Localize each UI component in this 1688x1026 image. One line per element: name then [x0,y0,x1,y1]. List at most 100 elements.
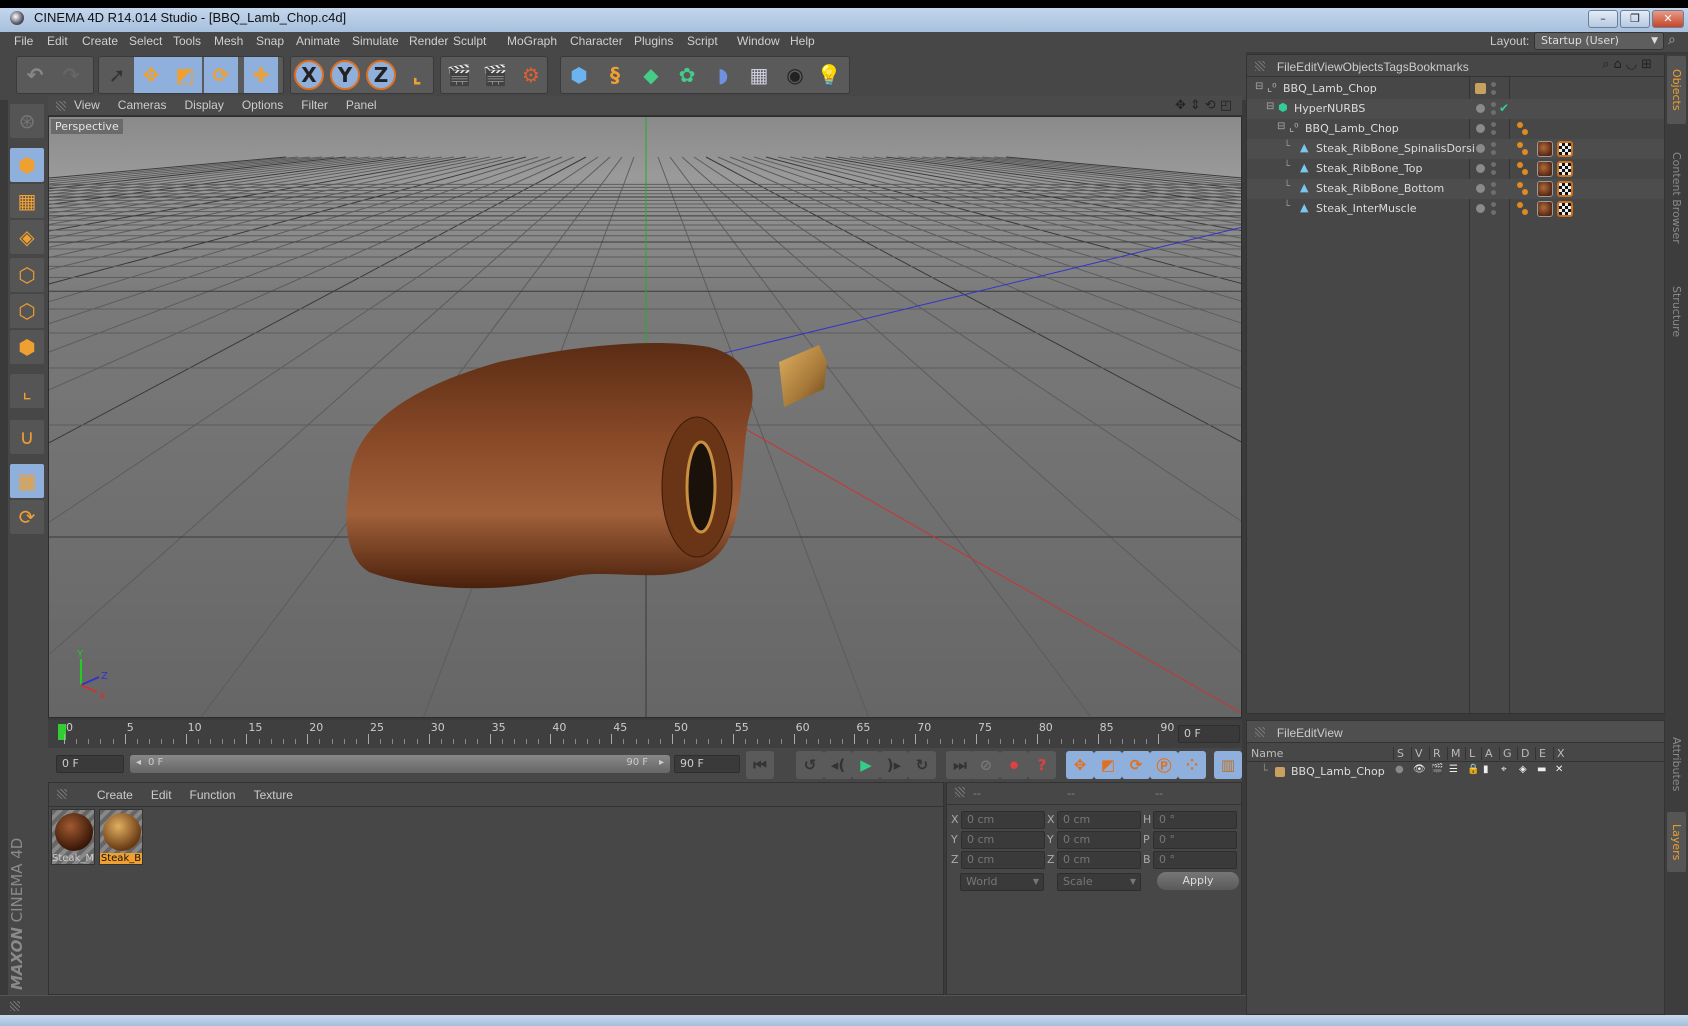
menu-select[interactable]: Select [129,34,162,48]
menu-plugins[interactable]: Plugins [634,34,673,48]
minimize-button[interactable]: – [1588,10,1618,28]
search-icon[interactable]: ⌕ [1668,32,1676,48]
object-menu-view[interactable]: View [1317,60,1343,74]
material-menu-texture[interactable]: Texture [254,788,293,802]
object-name[interactable]: Steak_RibBone_Top [1316,162,1422,175]
z-axis-button[interactable]: Z [366,60,396,90]
viewport-menu-display[interactable]: Display [184,98,223,112]
expand-toggle-icon[interactable]: ⊟ [1277,121,1285,132]
previous-key-button[interactable]: ↺ [796,751,824,779]
menu-edit[interactable]: Edit [47,34,68,48]
texture-tag-icon[interactable] [1557,141,1573,157]
render-picture-viewer-button[interactable]: 🎬 [478,57,512,93]
menu-window[interactable]: Window [737,34,780,48]
layer-column-e[interactable]: E [1535,747,1546,760]
layer-v-toggle-icon[interactable]: 👁 [1413,764,1426,775]
close-button[interactable]: ✕ [1652,10,1684,28]
apply-button[interactable]: Apply [1157,872,1239,890]
tab-objects[interactable]: Objects [1667,56,1686,124]
new-window-icon[interactable]: ⊞ [1641,57,1656,72]
layer-column-v[interactable]: V [1411,747,1423,760]
layer-column-g[interactable]: G [1499,747,1512,760]
coord-value-field[interactable]: 0 ° [1153,811,1237,829]
scale-key-button[interactable]: ◩ [1094,751,1122,779]
previous-frame-button[interactable]: ◂( [824,751,852,779]
layer-column-r[interactable]: R [1429,747,1441,760]
coord-value-field[interactable]: 0 ° [1153,831,1237,849]
light-button[interactable]: 💡 [812,57,846,93]
visibility-dot[interactable] [1476,164,1485,173]
texture-tag-icon[interactable] [1557,201,1573,217]
layer-color-icon[interactable] [1275,767,1285,777]
menu-tools[interactable]: Tools [173,34,201,48]
layer-menu-edit[interactable]: Edit [1296,726,1317,740]
layer-e-toggle-icon[interactable]: ▬ [1537,764,1546,775]
layer-l-toggle-icon[interactable]: 🔒 [1467,764,1479,775]
live-selection-button[interactable]: ➚ [100,57,134,93]
nurbs-button[interactable]: ◆ [634,57,668,93]
edges-mode-button[interactable]: ⬡ [10,294,44,328]
layer-x-toggle-icon[interactable]: ✕ [1555,764,1563,775]
zoom-view-icon[interactable]: ⇕ [1190,98,1205,113]
axis-mode-button[interactable]: ⌞ [10,374,44,408]
object-name[interactable]: BBQ_Lamb_Chop [1283,82,1377,95]
position-key-button[interactable]: ✥ [1066,751,1094,779]
object-row[interactable]: └ ▲ Steak_RibBone_SpinalisDorsi [1247,139,1664,159]
menu-file[interactable]: File [14,34,33,48]
menu-animate[interactable]: Animate [296,34,340,48]
locked-workplane-button[interactable]: ▦ [10,464,44,498]
layer-column-x[interactable]: X [1553,747,1565,760]
texture-tag-icon[interactable] [1557,161,1573,177]
editor-visibility-dot[interactable] [1491,182,1496,187]
render-settings-button[interactable]: ⚙ [514,57,548,93]
rotation-key-button[interactable]: ⟳ [1122,751,1150,779]
timeline-ruler[interactable]: 0 5 10 15 20 25 30 35 40 45 50 55 60 65 70 75 80 85 90 0 F [48,720,1242,748]
layer-d-toggle-icon[interactable]: ◈ [1519,764,1527,775]
points-mode-button[interactable]: ⬡ [10,258,44,292]
material-swatch[interactable]: Steak_M [51,809,95,865]
material-tag-icon[interactable] [1537,201,1553,217]
workplane-mode-button[interactable]: ◈ [10,220,44,254]
panel-grip[interactable] [1255,61,1265,71]
object-row[interactable]: └ ▲ Steak_InterMuscle [1247,199,1664,219]
layer-column-a[interactable]: A [1481,747,1493,760]
panel-grip[interactable] [955,787,965,797]
layer-column-s[interactable]: S [1393,747,1404,760]
visibility-dot[interactable] [1476,104,1485,113]
viewport-menu-options[interactable]: Options [242,98,283,112]
object-row[interactable]: └ ▲ Steak_RibBone_Bottom [1247,179,1664,199]
workplane-sync-button[interactable]: ⟳ [10,500,44,534]
viewport-menu-filter[interactable]: Filter [301,98,328,112]
object-name[interactable]: HyperNURBS [1294,102,1365,115]
redo-button[interactable]: ↷ [54,57,88,93]
material-swatch[interactable]: Steak_B [99,809,143,865]
coordinate-type-select[interactable]: Scale ▼ [1057,873,1141,891]
viewport-menu-cameras[interactable]: Cameras [118,98,167,112]
panel-grip[interactable] [1255,727,1265,737]
object-name[interactable]: Steak_InterMuscle [1316,202,1417,215]
array-button[interactable]: ✿ [670,57,704,93]
menu-create[interactable]: Create [82,34,118,48]
object-menu-file[interactable]: File [1277,60,1296,74]
coord-value-field[interactable]: 0 ° [1153,851,1237,869]
layer-column-name[interactable]: Name [1251,747,1283,760]
object-menu-tags[interactable]: Tags [1383,60,1408,74]
menu-mograph[interactable]: MoGraph [507,34,557,48]
editor-visibility-dot[interactable] [1491,102,1496,107]
render-visibility-dot[interactable] [1491,110,1496,115]
deformer-button[interactable]: ◗ [706,57,740,93]
end-frame-field[interactable]: 90 F [674,755,740,773]
panel-grip[interactable] [10,1001,20,1011]
material-menu-create[interactable]: Create [97,788,133,802]
layer-r-toggle-icon[interactable]: 🎬 [1431,764,1443,775]
y-axis-button[interactable]: Y [330,60,360,90]
coord-value-field[interactable]: 0 cm [1057,851,1141,869]
snap-button[interactable]: ∪ [10,420,44,454]
pla-key-button[interactable]: ⁘ [1178,751,1206,779]
material-menu-edit[interactable]: Edit [151,788,172,802]
material-tag-icon[interactable] [1537,161,1553,177]
phong-tag-icon[interactable] [1517,202,1523,208]
keyframe-selection-button[interactable]: ? [1028,751,1056,779]
editor-visibility-dot[interactable] [1491,82,1496,87]
search-icon[interactable]: ⌕ [1602,57,1613,72]
